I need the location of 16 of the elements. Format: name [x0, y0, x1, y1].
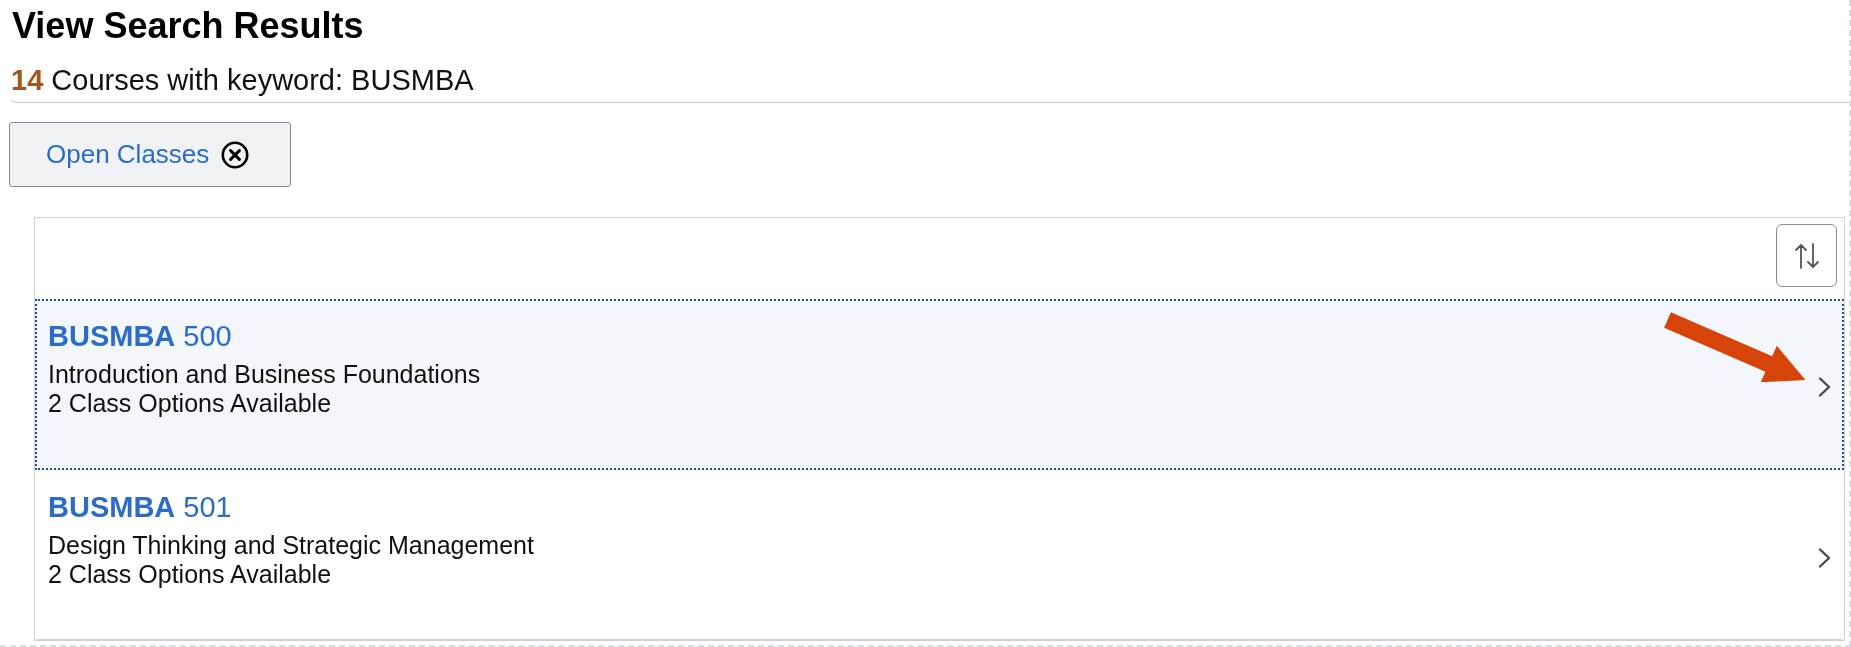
course-title: BUSMBA 501 [48, 490, 232, 524]
course-description: Design Thinking and Strategic Management [48, 531, 534, 560]
chevron-right-icon [1818, 547, 1831, 568]
sort-button[interactable] [1776, 224, 1837, 287]
chevron-right-icon [1818, 376, 1831, 397]
course-row[interactable]: BUSMBA 500 Introduction and Business Foundations 2 Class Options Available [35, 299, 1844, 470]
arrow-icon [1664, 312, 1806, 383]
sort-icon [1794, 242, 1819, 269]
class-options-text: 2 Class Options Available [48, 389, 332, 418]
result-summary: 14 Courses with keyword: BUSMBA [10, 63, 474, 97]
course-title: BUSMBA 500 [48, 319, 232, 353]
filter-button[interactable]: Open Classes [9, 122, 291, 187]
close-icon [221, 140, 250, 169]
course-description: Introduction and Business Foundations [48, 360, 481, 389]
class-options-text: 2 Class Options Available [48, 560, 332, 589]
page-title: View Search Results [11, 4, 365, 47]
